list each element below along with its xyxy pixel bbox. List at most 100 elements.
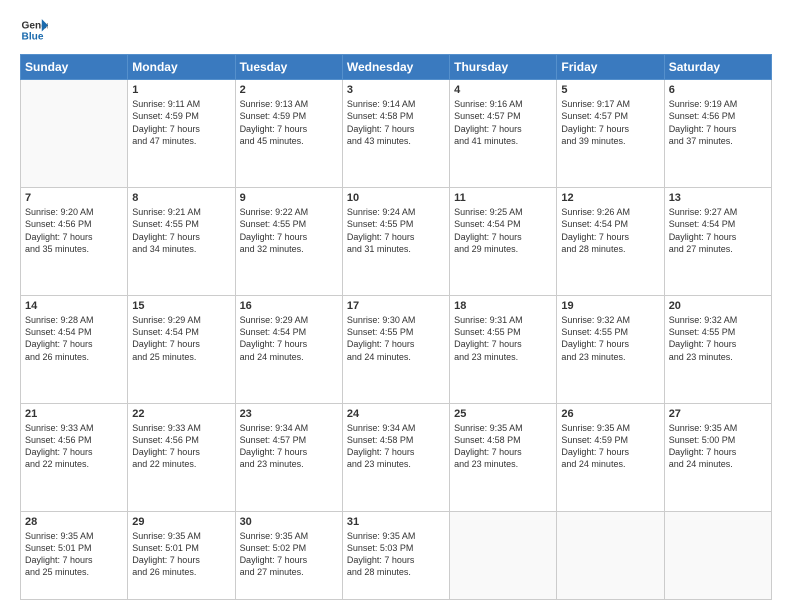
day-number: 8 [132, 191, 230, 205]
day-number: 9 [240, 191, 338, 205]
week-row-4: 21Sunrise: 9:33 AM Sunset: 4:56 PM Dayli… [21, 403, 772, 511]
calendar-cell: 25Sunrise: 9:35 AM Sunset: 4:58 PM Dayli… [450, 403, 557, 511]
page-header: General Blue [20, 16, 772, 44]
day-number: 24 [347, 407, 445, 421]
day-info: Sunrise: 9:22 AM Sunset: 4:55 PM Dayligh… [240, 206, 338, 255]
calendar-cell: 7Sunrise: 9:20 AM Sunset: 4:56 PM Daylig… [21, 187, 128, 295]
day-number: 6 [669, 83, 767, 97]
weekday-header-thursday: Thursday [450, 55, 557, 80]
weekday-header-monday: Monday [128, 55, 235, 80]
day-info: Sunrise: 9:35 AM Sunset: 5:02 PM Dayligh… [240, 530, 338, 579]
day-info: Sunrise: 9:17 AM Sunset: 4:57 PM Dayligh… [561, 98, 659, 147]
day-number: 5 [561, 83, 659, 97]
calendar-cell [450, 511, 557, 599]
calendar-cell: 10Sunrise: 9:24 AM Sunset: 4:55 PM Dayli… [342, 187, 449, 295]
week-row-3: 14Sunrise: 9:28 AM Sunset: 4:54 PM Dayli… [21, 295, 772, 403]
calendar-cell: 2Sunrise: 9:13 AM Sunset: 4:59 PM Daylig… [235, 80, 342, 188]
calendar-cell: 28Sunrise: 9:35 AM Sunset: 5:01 PM Dayli… [21, 511, 128, 599]
weekday-header-saturday: Saturday [664, 55, 771, 80]
svg-text:Blue: Blue [22, 31, 44, 42]
day-number: 15 [132, 299, 230, 313]
day-info: Sunrise: 9:20 AM Sunset: 4:56 PM Dayligh… [25, 206, 123, 255]
day-number: 31 [347, 515, 445, 529]
calendar-cell: 19Sunrise: 9:32 AM Sunset: 4:55 PM Dayli… [557, 295, 664, 403]
day-number: 14 [25, 299, 123, 313]
day-number: 13 [669, 191, 767, 205]
weekday-header-wednesday: Wednesday [342, 55, 449, 80]
day-number: 12 [561, 191, 659, 205]
day-info: Sunrise: 9:32 AM Sunset: 4:55 PM Dayligh… [561, 314, 659, 363]
day-info: Sunrise: 9:35 AM Sunset: 4:59 PM Dayligh… [561, 422, 659, 471]
day-info: Sunrise: 9:11 AM Sunset: 4:59 PM Dayligh… [132, 98, 230, 147]
weekday-header-sunday: Sunday [21, 55, 128, 80]
day-number: 27 [669, 407, 767, 421]
day-number: 2 [240, 83, 338, 97]
day-number: 10 [347, 191, 445, 205]
day-info: Sunrise: 9:35 AM Sunset: 5:03 PM Dayligh… [347, 530, 445, 579]
calendar-cell: 27Sunrise: 9:35 AM Sunset: 5:00 PM Dayli… [664, 403, 771, 511]
calendar-table: SundayMondayTuesdayWednesdayThursdayFrid… [20, 54, 772, 600]
day-number: 25 [454, 407, 552, 421]
calendar-cell: 26Sunrise: 9:35 AM Sunset: 4:59 PM Dayli… [557, 403, 664, 511]
day-number: 22 [132, 407, 230, 421]
day-info: Sunrise: 9:24 AM Sunset: 4:55 PM Dayligh… [347, 206, 445, 255]
calendar-cell: 24Sunrise: 9:34 AM Sunset: 4:58 PM Dayli… [342, 403, 449, 511]
calendar-cell: 17Sunrise: 9:30 AM Sunset: 4:55 PM Dayli… [342, 295, 449, 403]
calendar-cell: 14Sunrise: 9:28 AM Sunset: 4:54 PM Dayli… [21, 295, 128, 403]
calendar-cell: 4Sunrise: 9:16 AM Sunset: 4:57 PM Daylig… [450, 80, 557, 188]
logo: General Blue [20, 16, 52, 44]
day-info: Sunrise: 9:26 AM Sunset: 4:54 PM Dayligh… [561, 206, 659, 255]
calendar-cell: 8Sunrise: 9:21 AM Sunset: 4:55 PM Daylig… [128, 187, 235, 295]
day-info: Sunrise: 9:30 AM Sunset: 4:55 PM Dayligh… [347, 314, 445, 363]
day-number: 16 [240, 299, 338, 313]
day-info: Sunrise: 9:35 AM Sunset: 5:01 PM Dayligh… [25, 530, 123, 579]
calendar-cell: 20Sunrise: 9:32 AM Sunset: 4:55 PM Dayli… [664, 295, 771, 403]
day-number: 3 [347, 83, 445, 97]
calendar-cell: 9Sunrise: 9:22 AM Sunset: 4:55 PM Daylig… [235, 187, 342, 295]
calendar-cell: 5Sunrise: 9:17 AM Sunset: 4:57 PM Daylig… [557, 80, 664, 188]
calendar-cell: 18Sunrise: 9:31 AM Sunset: 4:55 PM Dayli… [450, 295, 557, 403]
day-info: Sunrise: 9:35 AM Sunset: 5:01 PM Dayligh… [132, 530, 230, 579]
calendar-cell: 11Sunrise: 9:25 AM Sunset: 4:54 PM Dayli… [450, 187, 557, 295]
day-info: Sunrise: 9:13 AM Sunset: 4:59 PM Dayligh… [240, 98, 338, 147]
day-number: 17 [347, 299, 445, 313]
day-number: 28 [25, 515, 123, 529]
day-number: 23 [240, 407, 338, 421]
day-info: Sunrise: 9:25 AM Sunset: 4:54 PM Dayligh… [454, 206, 552, 255]
calendar-cell: 13Sunrise: 9:27 AM Sunset: 4:54 PM Dayli… [664, 187, 771, 295]
logo-icon: General Blue [20, 16, 48, 44]
day-number: 26 [561, 407, 659, 421]
week-row-1: 1Sunrise: 9:11 AM Sunset: 4:59 PM Daylig… [21, 80, 772, 188]
day-info: Sunrise: 9:35 AM Sunset: 4:58 PM Dayligh… [454, 422, 552, 471]
day-number: 29 [132, 515, 230, 529]
day-info: Sunrise: 9:34 AM Sunset: 4:58 PM Dayligh… [347, 422, 445, 471]
day-info: Sunrise: 9:33 AM Sunset: 4:56 PM Dayligh… [132, 422, 230, 471]
day-number: 30 [240, 515, 338, 529]
calendar-cell: 16Sunrise: 9:29 AM Sunset: 4:54 PM Dayli… [235, 295, 342, 403]
day-info: Sunrise: 9:19 AM Sunset: 4:56 PM Dayligh… [669, 98, 767, 147]
calendar-body: 1Sunrise: 9:11 AM Sunset: 4:59 PM Daylig… [21, 80, 772, 600]
calendar-header-row: SundayMondayTuesdayWednesdayThursdayFrid… [21, 55, 772, 80]
weekday-header-friday: Friday [557, 55, 664, 80]
day-info: Sunrise: 9:27 AM Sunset: 4:54 PM Dayligh… [669, 206, 767, 255]
day-number: 7 [25, 191, 123, 205]
day-info: Sunrise: 9:35 AM Sunset: 5:00 PM Dayligh… [669, 422, 767, 471]
week-row-5: 28Sunrise: 9:35 AM Sunset: 5:01 PM Dayli… [21, 511, 772, 599]
day-number: 11 [454, 191, 552, 205]
calendar-cell: 12Sunrise: 9:26 AM Sunset: 4:54 PM Dayli… [557, 187, 664, 295]
day-info: Sunrise: 9:29 AM Sunset: 4:54 PM Dayligh… [132, 314, 230, 363]
calendar-cell: 22Sunrise: 9:33 AM Sunset: 4:56 PM Dayli… [128, 403, 235, 511]
day-info: Sunrise: 9:21 AM Sunset: 4:55 PM Dayligh… [132, 206, 230, 255]
calendar-cell: 6Sunrise: 9:19 AM Sunset: 4:56 PM Daylig… [664, 80, 771, 188]
calendar-cell [557, 511, 664, 599]
day-number: 1 [132, 83, 230, 97]
day-info: Sunrise: 9:33 AM Sunset: 4:56 PM Dayligh… [25, 422, 123, 471]
day-info: Sunrise: 9:16 AM Sunset: 4:57 PM Dayligh… [454, 98, 552, 147]
calendar-cell: 30Sunrise: 9:35 AM Sunset: 5:02 PM Dayli… [235, 511, 342, 599]
calendar-cell [21, 80, 128, 188]
day-number: 4 [454, 83, 552, 97]
calendar-cell: 31Sunrise: 9:35 AM Sunset: 5:03 PM Dayli… [342, 511, 449, 599]
day-number: 21 [25, 407, 123, 421]
day-number: 19 [561, 299, 659, 313]
calendar-cell: 29Sunrise: 9:35 AM Sunset: 5:01 PM Dayli… [128, 511, 235, 599]
